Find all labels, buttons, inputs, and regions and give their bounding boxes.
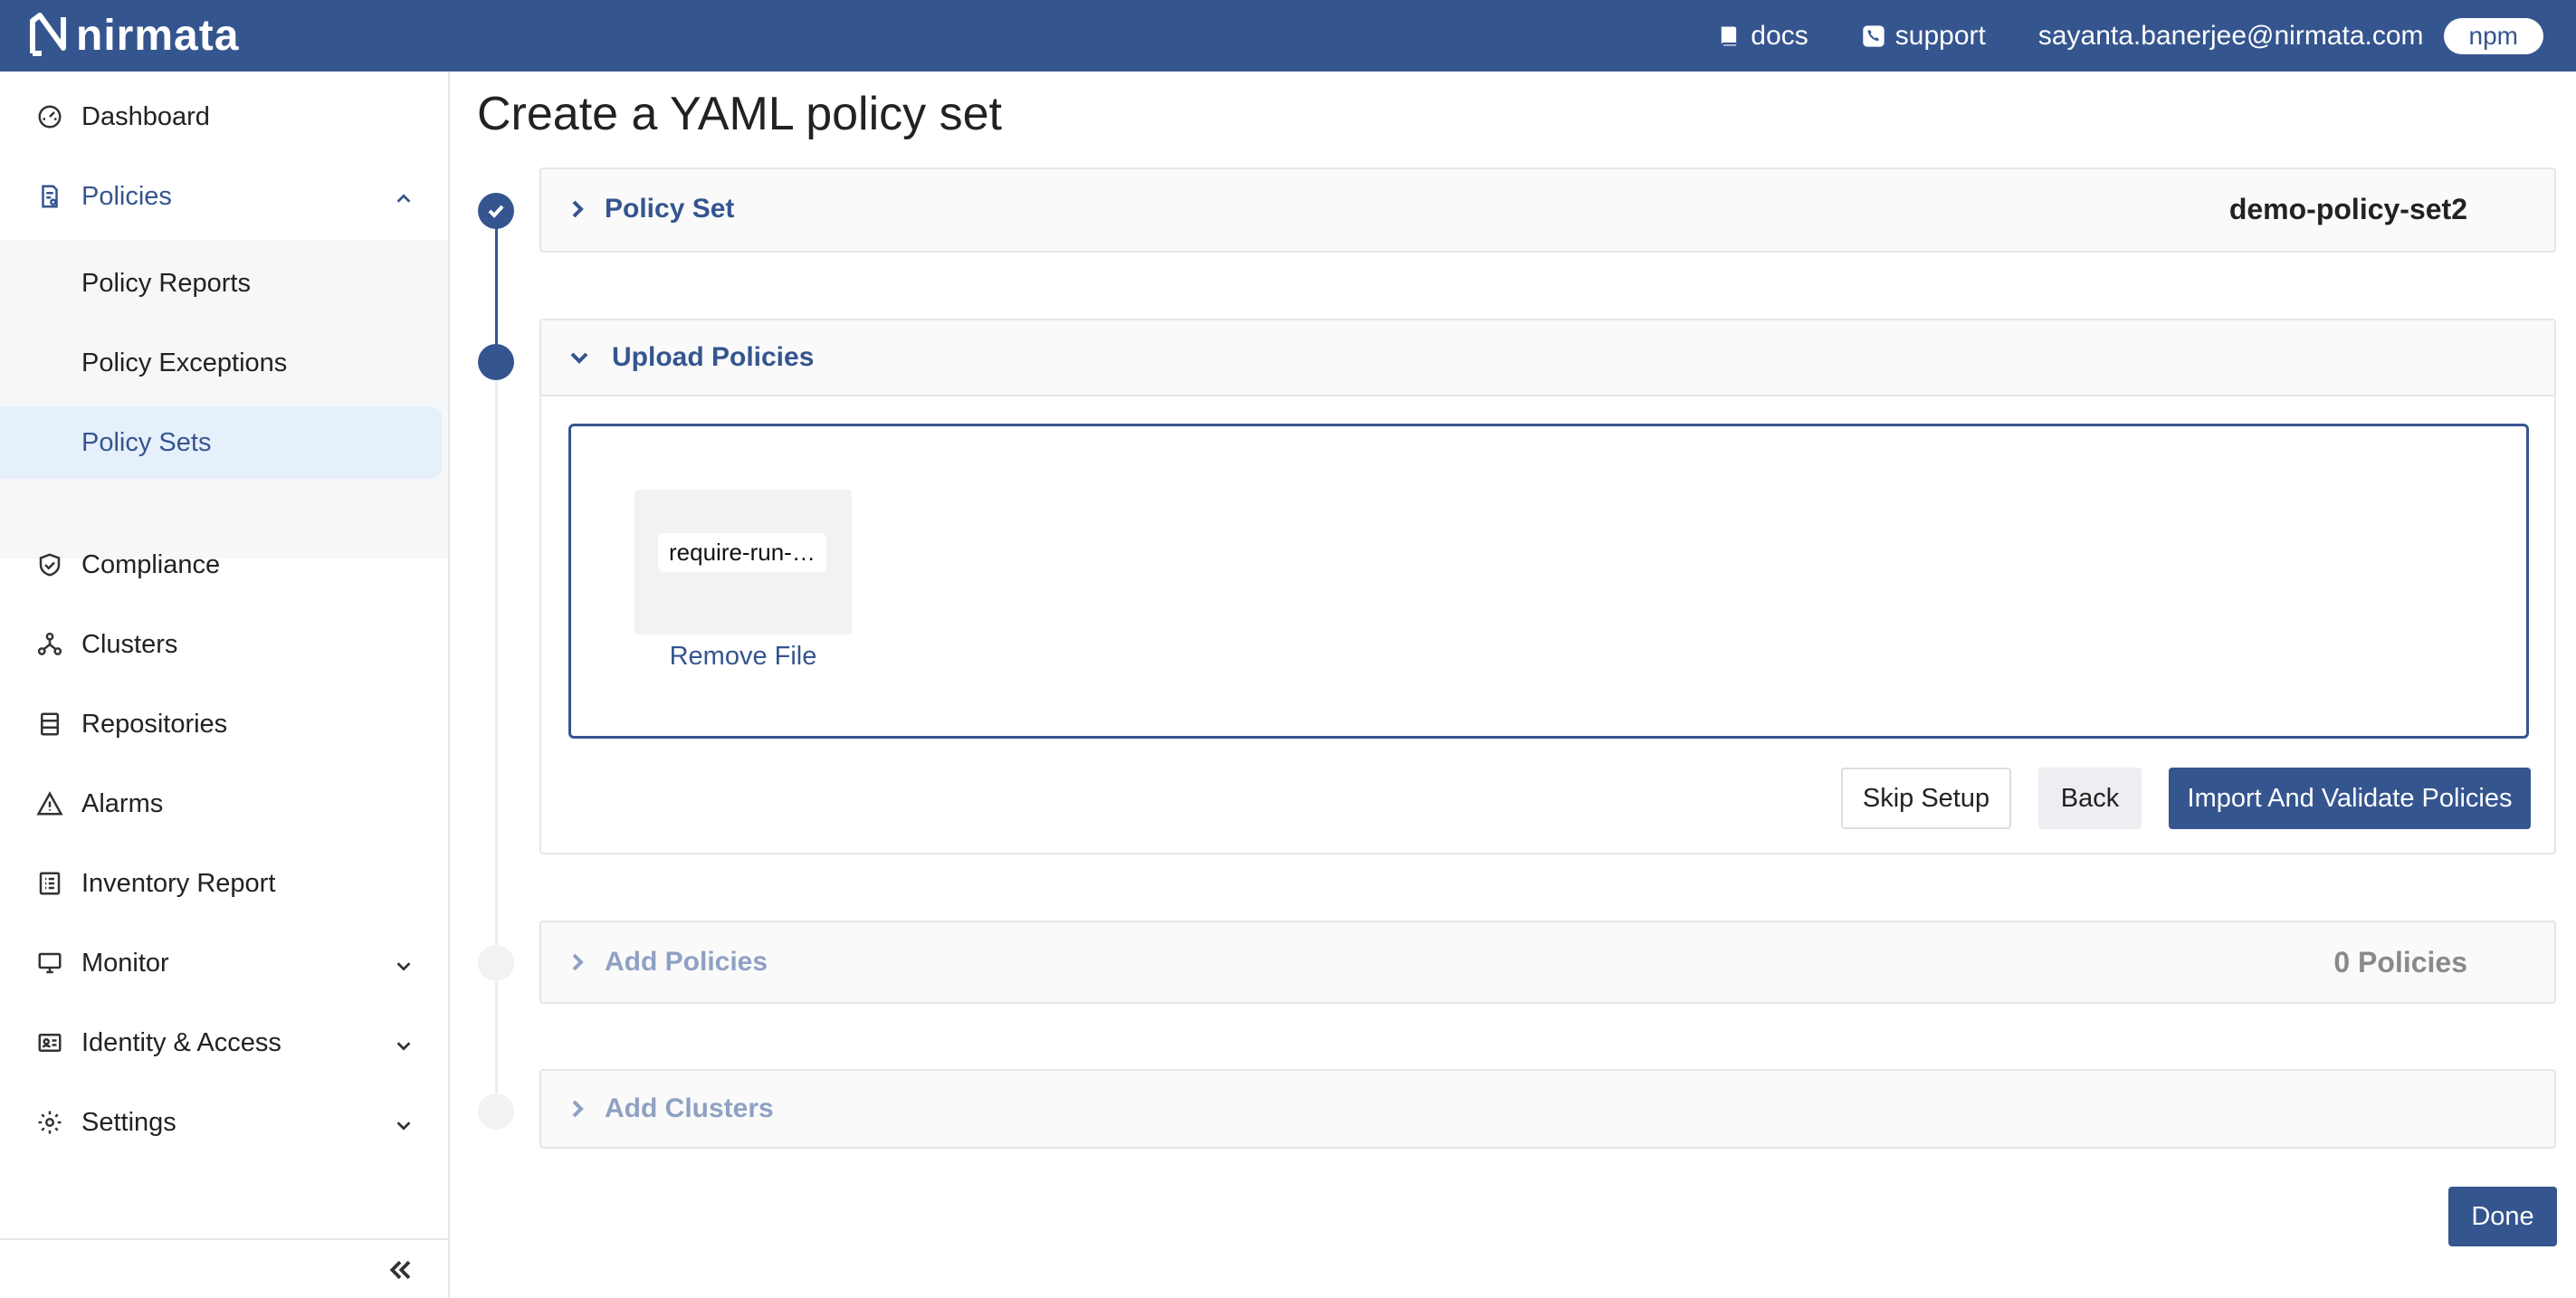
file-dropzone[interactable]: require-run-… Remove File (568, 424, 2529, 739)
collapse-sidebar-icon[interactable] (386, 1256, 414, 1284)
dashboard-icon (34, 101, 65, 132)
remove-file-link[interactable]: Remove File (634, 642, 852, 672)
sidebar-footer (0, 1238, 448, 1298)
sidebar-item-policy-reports[interactable]: Policy Reports (0, 247, 448, 320)
page-title: Create a YAML policy set (477, 88, 1002, 140)
sidebar-item-repositories[interactable]: Repositories (0, 688, 450, 760)
chevron-down-icon (394, 1112, 414, 1132)
chevron-up-icon (394, 186, 414, 206)
sidebar-item-dashboard[interactable]: Dashboard (0, 81, 450, 153)
phone-icon (1863, 24, 1884, 47)
step-title-upload-policies: Upload Policies (612, 342, 815, 372)
nirmata-logo-icon (30, 13, 66, 56)
chevron-down-icon (394, 1033, 414, 1053)
policy-set-panel: Policy Set demo-policy-set2 (539, 167, 2556, 253)
step-policy-set-dot (478, 193, 514, 229)
step-title-policy-set: Policy Set (605, 194, 735, 224)
tenant-badge[interactable]: npm (2443, 17, 2543, 54)
skip-setup-button[interactable]: Skip Setup (1841, 768, 2011, 829)
chevron-right-icon (567, 951, 588, 973)
brand-name: nirmata (76, 11, 240, 60)
docs-link[interactable]: docs (1716, 21, 1808, 52)
gear-icon (34, 1107, 65, 1138)
uploaded-file-name: require-run-… (658, 533, 826, 572)
id-card-icon (34, 1027, 65, 1058)
support-link[interactable]: support (1861, 21, 1986, 52)
chevron-down-icon (568, 347, 590, 368)
support-label: support (1894, 20, 1986, 51)
sidebar-item-settings[interactable]: Settings (0, 1086, 450, 1159)
user-email[interactable]: sayanta.banerjee@nirmata.com (2038, 21, 2424, 52)
policy-count: 0 Policies (2333, 945, 2467, 978)
stepper-line-completed (495, 228, 498, 362)
add-clusters-panel: Add Clusters (539, 1069, 2556, 1149)
stepper-line-pending (495, 380, 498, 1104)
sidebar-item-inventory-report[interactable]: Inventory Report (0, 847, 450, 920)
policies-submenu: Policy Reports Policy Exceptions Policy … (0, 240, 448, 558)
add-policies-panel-header[interactable]: Add Policies 0 Policies (541, 922, 2554, 1002)
sidebar-item-monitor[interactable]: Monitor (0, 927, 450, 999)
sidebar-item-clusters[interactable]: Clusters (0, 608, 450, 681)
monitor-icon (34, 948, 65, 978)
add-clusters-panel-header[interactable]: Add Clusters (541, 1071, 2554, 1147)
back-button[interactable]: Back (2038, 768, 2142, 829)
sidebar-item-policy-exceptions[interactable]: Policy Exceptions (0, 327, 448, 399)
repository-icon (34, 709, 65, 740)
policy-set-name: demo-policy-set2 (2228, 192, 2467, 225)
sidebar-item-identity-access[interactable]: Identity & Access (0, 1007, 450, 1079)
warning-triangle-icon (34, 788, 65, 819)
step-upload-policies-dot (478, 344, 514, 380)
sidebar: Dashboard Policies Policy Reports Policy… (0, 72, 450, 1298)
step-add-policies-dot (478, 945, 514, 981)
cluster-icon (34, 629, 65, 660)
policy-set-panel-header[interactable]: Policy Set demo-policy-set2 (541, 169, 2554, 249)
add-policies-panel: Add Policies 0 Policies (539, 921, 2556, 1004)
top-bar: nirmata docs support sayanta.banerjee@ni… (0, 0, 2576, 72)
import-validate-button[interactable]: Import And Validate Policies (2169, 768, 2531, 829)
upload-policies-panel-header[interactable]: Upload Policies (541, 320, 2554, 396)
docs-label: docs (1751, 20, 1808, 51)
upload-policies-panel: Upload Policies require-run-… Remove Fil… (539, 319, 2556, 854)
top-links: docs support sayanta.banerjee@nirmata.co… (1716, 0, 2543, 72)
step-title-add-clusters: Add Clusters (605, 1093, 774, 1123)
policy-document-icon (34, 181, 65, 212)
book-icon (1722, 26, 1737, 45)
chevron-down-icon (394, 953, 414, 973)
nirmata-logo[interactable]: nirmata (27, 5, 239, 65)
step-title-add-policies: Add Policies (605, 947, 768, 977)
shield-check-icon (34, 549, 65, 580)
sidebar-item-alarms[interactable]: Alarms (0, 768, 450, 840)
list-report-icon (34, 868, 65, 899)
checkmark-icon (488, 205, 504, 218)
sidebar-item-compliance[interactable]: Compliance (0, 529, 450, 601)
done-button[interactable]: Done (2448, 1187, 2557, 1246)
sidebar-item-policy-sets[interactable]: Policy Sets (0, 406, 442, 479)
step-add-clusters-dot (478, 1093, 514, 1130)
uploaded-file-card: require-run-… (634, 490, 852, 635)
chevron-right-icon (567, 198, 588, 220)
sidebar-item-policies[interactable]: Policies (0, 160, 450, 233)
chevron-right-icon (567, 1098, 588, 1120)
